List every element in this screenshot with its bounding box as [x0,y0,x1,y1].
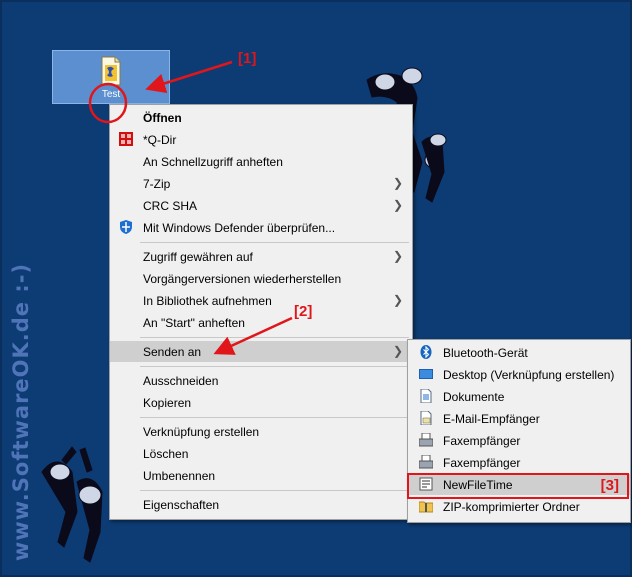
annotation-arrow-2 [213,316,293,355]
annotation-arrows [88,60,293,355]
annotation-circle [88,82,128,124]
annotation-arrow-1 [145,60,233,93]
desktop: www.SoftwareOK.de :-) Test Öffnen *Q-Dir… [0,0,632,577]
